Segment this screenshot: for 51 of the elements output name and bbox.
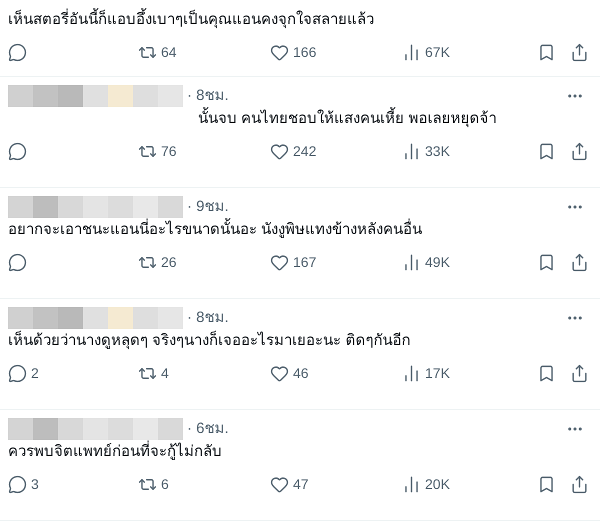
bookmark-icon[interactable] bbox=[537, 364, 556, 383]
post-text: เห็นสตอรี่อันนี้ก็แอบอึ้งเบาๆเป็นคุณแอนคงจุกใจสลายแล้ว bbox=[8, 8, 592, 32]
reply-icon[interactable] bbox=[8, 253, 27, 272]
reply-icon[interactable] bbox=[8, 142, 27, 161]
count-label: 17K bbox=[425, 364, 450, 383]
count-label: 64 bbox=[161, 43, 177, 62]
post-text: เห็นด้วยว่านางดูหลุดๆ จริงๆนางก็เจออะไรมาเยอะนะ ติดๆกันอีก bbox=[8, 330, 412, 352]
count-label: 167 bbox=[293, 253, 316, 272]
views-icon[interactable] bbox=[402, 475, 421, 494]
share-icon[interactable] bbox=[570, 142, 589, 161]
count-label: 67K bbox=[425, 43, 450, 62]
views-icon[interactable] bbox=[402, 364, 421, 383]
views-icon[interactable] bbox=[402, 43, 421, 62]
count-label: 76 bbox=[161, 142, 177, 161]
bookmark-icon[interactable] bbox=[537, 475, 556, 494]
like-icon[interactable] bbox=[270, 364, 289, 383]
count-label: 49K bbox=[425, 253, 450, 272]
reply-icon[interactable] bbox=[8, 475, 27, 494]
like-icon[interactable] bbox=[270, 43, 289, 62]
count-label: 26 bbox=[161, 253, 177, 272]
share-icon[interactable] bbox=[570, 253, 589, 272]
share-icon[interactable] bbox=[570, 364, 589, 383]
count-label: 166 bbox=[293, 43, 316, 62]
share-icon[interactable] bbox=[570, 475, 589, 494]
post-text: อยากจะเอาชนะแอนนี่อะไรขนาดนั้นอะ นังงูพิษแทงข้างหลังคนอื่น bbox=[8, 218, 592, 242]
count-label: 2 bbox=[31, 364, 39, 383]
bookmark-icon[interactable] bbox=[537, 142, 556, 161]
count-label: 33K bbox=[425, 142, 450, 161]
like-icon[interactable] bbox=[270, 253, 289, 272]
count-label: 47 bbox=[293, 475, 309, 494]
count-label: 20K bbox=[425, 475, 450, 494]
post-time: · 8ชม. bbox=[187, 308, 229, 328]
count-label: 242 bbox=[293, 142, 316, 161]
views-icon[interactable] bbox=[402, 142, 421, 161]
post-text: ควรพบจิตแพทย์ก่อนที่จะกู้ไม่กลับ bbox=[8, 440, 592, 464]
post-text: นั้นจบ คนไทยชอบให้แสงคนเหี้ย พอเลยหยุดจ้า bbox=[8, 107, 592, 131]
bookmark-icon[interactable] bbox=[537, 43, 556, 62]
count-label: 6 bbox=[161, 475, 169, 494]
count-label: 46 bbox=[293, 364, 309, 383]
post-time: · 6ชม. bbox=[187, 418, 229, 439]
count-label: 4 bbox=[161, 364, 169, 383]
reply-icon[interactable] bbox=[8, 43, 27, 62]
bookmark-icon[interactable] bbox=[537, 253, 556, 272]
post-time: · 8ชม. bbox=[187, 86, 229, 106]
share-icon[interactable] bbox=[570, 43, 589, 62]
like-icon[interactable] bbox=[270, 475, 289, 494]
views-icon[interactable] bbox=[402, 253, 421, 272]
post-time: · 9ชม. bbox=[187, 196, 229, 217]
count-label: 3 bbox=[31, 475, 39, 494]
reply-icon[interactable] bbox=[8, 364, 27, 383]
like-icon[interactable] bbox=[270, 142, 289, 161]
